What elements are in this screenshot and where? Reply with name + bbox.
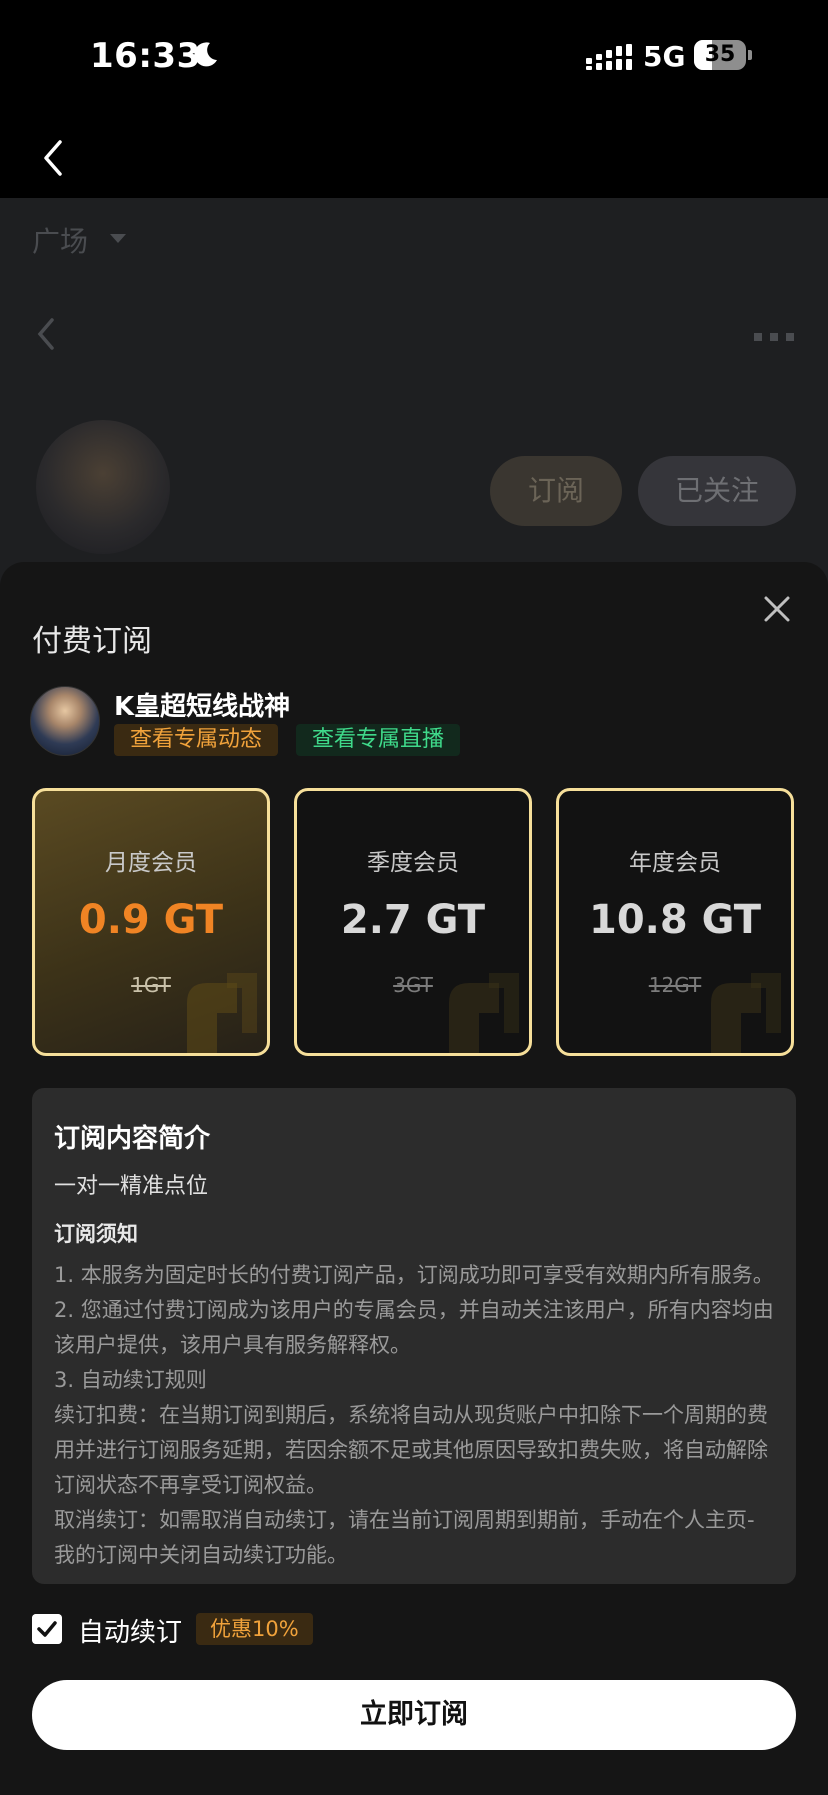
notice-line: 3. 自动续订规则 xyxy=(54,1368,207,1392)
battery-icon: 35 xyxy=(694,40,752,70)
profile-avatar xyxy=(36,420,170,554)
status-time: 16:33 xyxy=(90,36,201,76)
watermark-logo-icon xyxy=(449,973,519,1053)
sheet-title: 付费订阅 xyxy=(32,624,152,659)
back-chevron-icon xyxy=(37,318,54,350)
notice-title: 订阅须知 xyxy=(54,1222,138,1246)
subscription-sheet: 付费订阅 K皇超短线战神 查看专属动态 查看专属直播 月度会员 0.9 GT 1… xyxy=(0,562,828,1795)
creator-name: K皇超短线战神 xyxy=(114,692,291,722)
plan-price: 0.9 GT xyxy=(78,897,224,943)
auto-renew-label: 自动续订 xyxy=(78,1618,183,1648)
close-icon[interactable] xyxy=(762,594,792,624)
watermark-logo-icon xyxy=(187,973,257,1053)
plan-price: 10.8 GT xyxy=(588,897,762,943)
signal-icon xyxy=(586,44,632,70)
notice-line: 取消续订：如需取消自动续订，请在当前订阅周期到期前，手动在个人主页-我的订阅中关… xyxy=(54,1508,755,1567)
subscribe-button: 订阅 xyxy=(490,456,622,526)
notice-line: 1. 本服务为固定时长的付费订阅产品，订阅成功即可享受有效期内所有服务。 xyxy=(54,1263,774,1287)
info-subtitle: 一对一精准点位 xyxy=(54,1174,209,1199)
plan-name: 年度会员 xyxy=(629,850,721,876)
plan-original-price: 1GT xyxy=(131,973,171,997)
background-page: 广场 订阅 已关注 xyxy=(0,198,828,598)
square-tab: 广场 xyxy=(32,225,89,258)
nav-bar xyxy=(0,120,828,198)
plan-name: 月度会员 xyxy=(105,850,197,876)
exclusive-live-tag[interactable]: 查看专属直播 xyxy=(296,724,461,756)
plan-original-price: 12GT xyxy=(648,973,702,997)
plan-price: 2.7 GT xyxy=(340,897,486,943)
info-title: 订阅内容简介 xyxy=(54,1124,211,1154)
notice-body: 1. 本服务为固定时长的付费订阅产品，订阅成功即可享受有效期内所有服务。 2. … xyxy=(54,1258,774,1573)
auto-renew-checkbox[interactable] xyxy=(32,1614,62,1644)
plan-card-yearly[interactable]: 年度会员 10.8 GT 12GT xyxy=(556,788,794,1056)
exclusive-posts-tag[interactable]: 查看专属动态 xyxy=(114,724,279,756)
caret-down-icon xyxy=(110,234,126,243)
more-icon xyxy=(754,333,794,341)
moon-icon xyxy=(194,42,217,67)
plan-name: 季度会员 xyxy=(367,850,459,876)
back-arrow-icon[interactable] xyxy=(36,136,76,180)
status-bar: 16:33 5G 35 xyxy=(0,0,828,120)
plan-card-monthly[interactable]: 月度会员 0.9 GT 1GT xyxy=(32,788,270,1056)
notice-line: 2. 您通过付费订阅成为该用户的专属会员，并自动关注该用户，所有内容均由该用户提… xyxy=(54,1298,774,1357)
battery-level: 35 xyxy=(704,42,736,67)
plan-card-quarterly[interactable]: 季度会员 2.7 GT 3GT xyxy=(294,788,532,1056)
network-type: 5G xyxy=(643,40,686,73)
subscribe-now-button[interactable]: 立即订阅 xyxy=(32,1680,796,1750)
subscription-info-panel[interactable]: 订阅内容简介 一对一精准点位 订阅须知 1. 本服务为固定时长的付费订阅产品，订… xyxy=(32,1088,796,1584)
following-button: 已关注 xyxy=(638,456,796,526)
discount-badge: 优惠10% xyxy=(196,1613,313,1645)
plan-original-price: 3GT xyxy=(393,973,433,997)
notice-line: 续订扣费：在当期订阅到期后，系统将自动从现货账户中扣除下一个周期的费用并进行订阅… xyxy=(54,1403,768,1497)
creator-avatar xyxy=(30,686,100,756)
watermark-logo-icon xyxy=(711,973,781,1053)
